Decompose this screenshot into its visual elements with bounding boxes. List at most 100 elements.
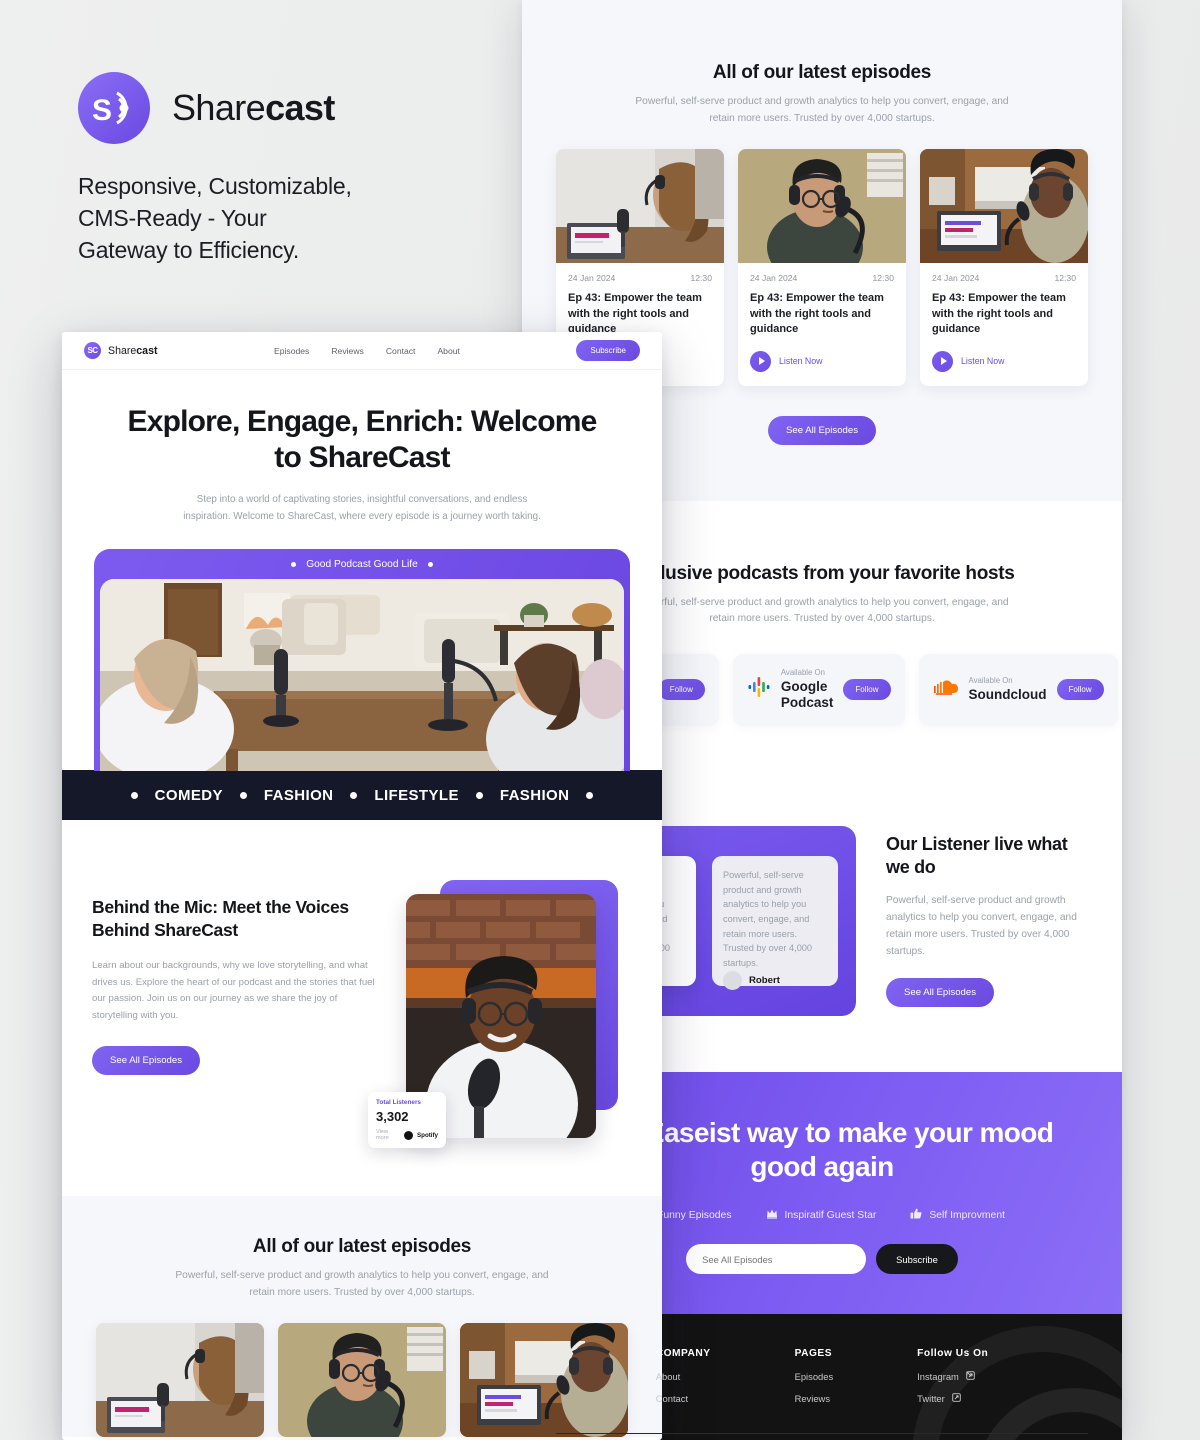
footer-columns: COMPANY About Contact PAGES Episodes Rev… — [556, 1348, 1088, 1415]
hero-paragraph: Step into a world of captivating stories… — [183, 494, 541, 522]
platform-card-google-podcast[interactable]: Available On Google Podcast Follow — [732, 653, 905, 726]
play-icon[interactable] — [750, 350, 771, 372]
spotify-label: Spotify — [417, 1131, 438, 1139]
episode-date: 24 Jan 2024 — [932, 273, 980, 284]
hero-banner: Good Podcast Good Life — [94, 549, 630, 772]
episode-card[interactable]: 24 Jan 2024 12:30 Ep 43: Empower the tea… — [920, 149, 1088, 386]
category-marquee: COMEDY FASHION LIFESTYLE FASHION — [62, 770, 662, 821]
footer-link[interactable]: Contact — [656, 1393, 711, 1404]
footer-link[interactable]: Reviews — [795, 1393, 834, 1404]
platform-available-label: Available On — [968, 676, 1013, 686]
episode-card[interactable] — [278, 1323, 446, 1438]
dot-icon — [586, 791, 594, 799]
play-icon[interactable] — [932, 350, 953, 372]
testimonial-card[interactable]: Powerful, self-serve product and growth … — [712, 855, 838, 990]
navbar-brand[interactable]: SC Sharecast — [84, 342, 157, 359]
hero-banner-tag-label: Good Podcast Good Life — [306, 559, 418, 571]
cta-subscribe-button[interactable]: Subscribe — [876, 1244, 958, 1275]
navbar: SC Sharecast Episodes Reviews Contact Ab… — [62, 332, 662, 370]
footer-link[interactable]: Instagram — [917, 1371, 988, 1382]
episode-meta: 24 Jan 2024 12:30 — [750, 273, 894, 283]
dot-icon — [475, 791, 483, 799]
episode-time: 12:30 — [1054, 273, 1076, 284]
marquee-item: FASHION — [263, 786, 334, 804]
total-listeners-value: 3,302 — [376, 1109, 409, 1125]
footer-link[interactable]: Twitter — [917, 1393, 988, 1404]
footer-link-label: Contact — [655, 1393, 689, 1405]
about-media: Total Listeners 3,302 View more Spotify — [368, 880, 632, 1149]
poster-logo-mark: S — [78, 72, 150, 144]
poster-tagline: Responsive, Customizable, CMS-Ready - Yo… — [78, 173, 352, 264]
platform-card-soundcloud[interactable]: Available On Soundcloud Follow — [918, 653, 1118, 726]
footer-link[interactable]: Episodes — [795, 1371, 834, 1382]
back-episodes-heading: All of our latest episodes — [712, 62, 932, 83]
about-heading: Behind the Mic: Meet the Voices Behind S… — [92, 897, 349, 941]
cta-feature-label: Funny Episodes — [657, 1209, 732, 1221]
footer-column-title: COMPANY — [655, 1348, 711, 1360]
testimonial-quote: Powerful, self-serve product and growth … — [723, 869, 813, 969]
nav-link-reviews[interactable]: Reviews — [331, 346, 363, 356]
platform-name: Soundcloud — [968, 687, 1047, 703]
brand-name: Sharecast — [108, 344, 158, 357]
soundcloud-icon — [933, 678, 959, 701]
poster-brand-bold: cast — [265, 87, 335, 128]
dot-icon — [239, 791, 247, 799]
testimonials-heading: Our Listener live what we do — [886, 833, 1068, 878]
about-copy: Behind the Mic: Meet the Voices Behind S… — [92, 880, 382, 1076]
episode-title: Ep 43: Empower the team with the right t… — [750, 292, 884, 336]
platform-available-label: Available On — [780, 668, 825, 678]
episode-listen-now[interactable]: Listen Now — [750, 350, 894, 372]
spotify-icon — [404, 1130, 414, 1140]
episode-meta: 24 Jan 2024 12:30 — [568, 273, 712, 283]
testimonials-paragraph: Powerful, self-serve product and growth … — [886, 894, 1077, 957]
episode-card[interactable] — [96, 1323, 264, 1438]
footer-column-title: Follow Us On — [917, 1348, 989, 1360]
marquee-item: LIFESTYLE — [374, 786, 459, 804]
nav-link-episodes[interactable]: Episodes — [274, 346, 309, 356]
brand-logo-icon: SC — [84, 342, 101, 359]
testimonial-person: Robert — [723, 970, 827, 990]
episode-time: 12:30 — [872, 273, 894, 284]
see-all-episodes-button[interactable]: See All Episodes — [886, 978, 994, 1008]
episode-body: 24 Jan 2024 12:30 Ep 43: Empower the tea… — [920, 263, 1088, 386]
hero-section: Explore, Engage, Enrich: Welcome to Shar… — [62, 370, 662, 525]
marquee-item: FASHION — [499, 786, 570, 804]
external-link-icon — [952, 1393, 961, 1404]
cta-email-input[interactable] — [686, 1244, 867, 1275]
footer-link-label: Reviews — [794, 1393, 831, 1405]
footer-link-label: About — [655, 1371, 681, 1383]
follow-button[interactable]: Follow — [843, 679, 891, 701]
thumbs-up-icon — [910, 1208, 922, 1222]
avatar — [723, 970, 742, 990]
footer-link[interactable]: About — [656, 1371, 711, 1382]
episode-thumbnail — [96, 1323, 264, 1438]
platform-text: Available On Google Podcast — [781, 668, 834, 711]
total-listeners-footer[interactable]: View more Spotify — [376, 1129, 438, 1141]
see-all-episodes-button[interactable]: See All Episodes — [92, 1046, 200, 1076]
about-section: Behind the Mic: Meet the Voices Behind S… — [62, 820, 662, 1196]
episode-body: 24 Jan 2024 12:30 Ep 43: Empower the tea… — [738, 263, 906, 386]
footer-column-social: Follow Us On Instagram Twitter — [917, 1348, 988, 1415]
footer-column-pages: PAGES Episodes Reviews — [795, 1348, 834, 1415]
platform-text: Available On Soundcloud — [969, 676, 1047, 703]
nav-link-about[interactable]: About — [437, 346, 459, 356]
footer-column-title: PAGES — [794, 1348, 832, 1360]
episode-thumbnail — [278, 1323, 446, 1438]
total-listeners-card: Total Listeners 3,302 View more Spotify — [368, 1092, 446, 1149]
hero-heading: Explore, Engage, Enrich: Welcome to Shar… — [127, 405, 598, 474]
poster-brand-light: Share — [172, 87, 266, 128]
front-episodes-heading: All of our latest episodes — [252, 1236, 472, 1258]
follow-button[interactable]: Follow — [1056, 679, 1104, 701]
back-episodes-subheading: Powerful, self-serve product and growth … — [635, 96, 1009, 124]
episode-listen-now[interactable]: Listen Now — [932, 350, 1076, 372]
subscribe-button[interactable]: Subscribe — [576, 340, 640, 361]
see-all-episodes-button[interactable]: See All Episodes — [768, 415, 876, 445]
platform-name: Google Podcast — [780, 679, 834, 711]
marquee-item: COMEDY — [154, 786, 223, 804]
nav-link-contact[interactable]: Contact — [386, 346, 416, 356]
episode-card[interactable]: 24 Jan 2024 12:30 Ep 43: Empower the tea… — [738, 149, 906, 386]
front-window-mockup: SC Sharecast Episodes Reviews Contact Ab… — [62, 332, 662, 1440]
cta-feature-label: Self Improvment — [929, 1209, 1005, 1221]
view-more-label: View more — [376, 1129, 389, 1142]
follow-button[interactable]: Follow — [657, 679, 705, 701]
